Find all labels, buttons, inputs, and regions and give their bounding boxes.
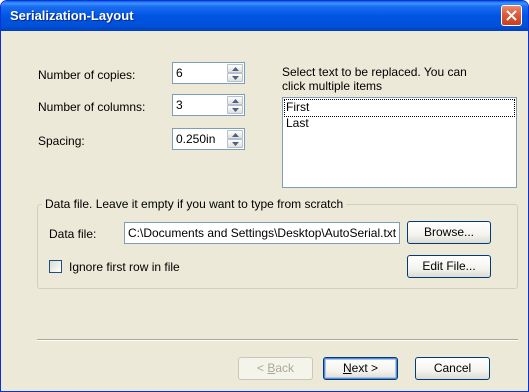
chevron-up-icon — [232, 67, 239, 71]
title-bar[interactable]: Serialization-Layout — [1, 1, 528, 31]
datafile-group-title: Data file. Leave it empty if you want to… — [42, 197, 347, 211]
spacing-increment-button[interactable] — [227, 130, 243, 139]
close-button[interactable] — [501, 5, 522, 26]
chevron-down-icon — [232, 76, 239, 80]
columns-decrement-button[interactable] — [227, 105, 243, 114]
columns-stepper[interactable]: 3 — [172, 94, 245, 116]
list-item[interactable]: First — [284, 99, 515, 117]
spacing-value[interactable]: 0.250in — [176, 132, 215, 146]
chevron-up-icon — [232, 99, 239, 103]
ignore-first-row-label[interactable]: Ignore first row in file — [69, 260, 180, 274]
datafile-label: Data file: — [49, 227, 97, 241]
datafile-input[interactable]: C:\Documents and Settings\Desktop\AutoSe… — [124, 222, 400, 244]
replace-instructions-line1: Select text to be replaced. You can — [282, 65, 467, 79]
columns-increment-button[interactable] — [227, 96, 243, 105]
columns-label: Number of columns: — [38, 100, 146, 114]
close-icon — [506, 10, 517, 21]
chevron-down-icon — [232, 108, 239, 112]
spacing-stepper[interactable]: 0.250in — [172, 128, 245, 150]
edit-file-button[interactable]: Edit File... — [407, 255, 491, 278]
chevron-down-icon — [232, 142, 239, 146]
copies-decrement-button[interactable] — [227, 73, 243, 82]
browse-button[interactable]: Browse... — [407, 221, 491, 244]
copies-increment-button[interactable] — [227, 64, 243, 73]
back-rest: ack — [275, 361, 295, 375]
next-rest: ext > — [351, 361, 379, 375]
columns-value[interactable]: 3 — [176, 98, 183, 112]
chevron-up-icon — [232, 133, 239, 137]
replace-items-list[interactable]: First Last — [282, 97, 517, 188]
back-prefix: < — [256, 361, 268, 375]
cancel-button[interactable]: Cancel — [415, 357, 490, 380]
ignore-first-row-checkbox[interactable] — [49, 260, 62, 273]
copies-label: Number of copies: — [38, 68, 136, 82]
spacing-decrement-button[interactable] — [227, 139, 243, 148]
next-mnemonic: N — [342, 361, 352, 375]
back-button[interactable]: < Back — [238, 357, 313, 380]
separator — [37, 339, 518, 341]
window-title: Serialization-Layout — [10, 8, 134, 23]
next-button[interactable]: Next > — [323, 357, 398, 380]
dialog-window: Serialization-Layout Number of copies: 6… — [0, 0, 529, 392]
datafile-value[interactable]: C:\Documents and Settings\Desktop\AutoSe… — [128, 226, 396, 240]
list-item[interactable]: Last — [285, 116, 309, 132]
replace-instructions-line2: click multiple items — [282, 79, 383, 93]
copies-value[interactable]: 6 — [176, 66, 183, 80]
copies-stepper[interactable]: 6 — [172, 62, 245, 84]
spacing-label: Spacing: — [38, 134, 85, 148]
